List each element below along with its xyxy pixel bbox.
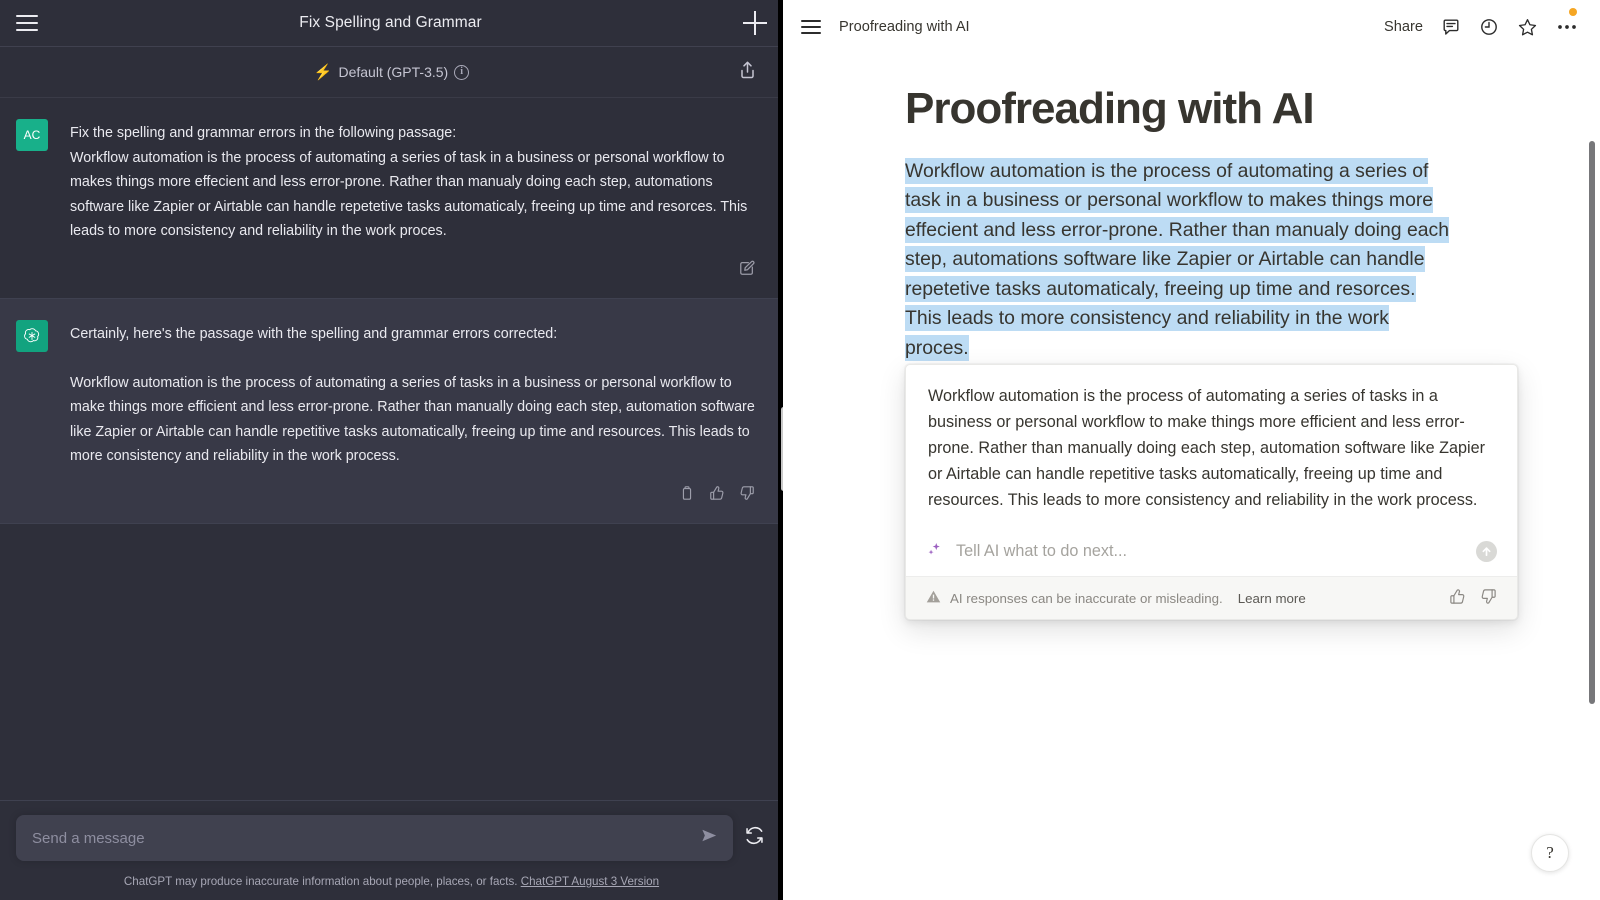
composer[interactable]	[16, 815, 733, 861]
document-topbar: Proofreading with AI Share	[783, 0, 1600, 54]
plus-icon[interactable]	[743, 11, 767, 35]
ai-disclaimer-text: AI responses can be inaccurate or mislea…	[950, 590, 1223, 606]
message-assistant: Certainly, here's the passage with the s…	[0, 298, 783, 524]
chatgpt-panel: Fix Spelling and Grammar ⚡ Default (GPT-…	[0, 0, 788, 900]
screen: Fix Spelling and Grammar ⚡ Default (GPT-…	[0, 0, 1600, 900]
submit-arrow-up-icon[interactable]	[1476, 541, 1497, 562]
message-line: Workflow automation is the process of au…	[70, 149, 748, 240]
thumbs-down-icon[interactable]	[739, 485, 755, 510]
edit-icon[interactable]	[739, 260, 755, 285]
breadcrumb[interactable]: Proofreading with AI	[839, 19, 970, 35]
ai-feedback	[1449, 588, 1497, 608]
message-line: Workflow automation is the process of au…	[70, 374, 755, 465]
ai-disclaimer: AI responses can be inaccurate or mislea…	[906, 576, 1517, 619]
highlighted-selection[interactable]: Workflow automation is the process of au…	[905, 157, 1449, 361]
hamburger-icon[interactable]	[801, 20, 821, 34]
ai-result-card: Workflow automation is the process of au…	[905, 364, 1518, 620]
document-actions: Share	[1384, 17, 1578, 38]
ai-result-text: Workflow automation is the process of au…	[928, 387, 1485, 509]
share-button[interactable]: Share	[1384, 19, 1423, 35]
message-content: Fix the spelling and grammar errors in t…	[70, 118, 759, 284]
comment-icon[interactable]	[1441, 17, 1461, 37]
thumbs-down-icon[interactable]	[1480, 588, 1497, 608]
info-icon[interactable]: i	[454, 64, 470, 80]
footnote-text: ChatGPT may produce inaccurate informati…	[123, 875, 518, 888]
document-panel: Proofreading with AI Share Proofreading …	[783, 0, 1600, 900]
document-scrollbar-thumb[interactable]	[1589, 141, 1595, 704]
share-upload-icon[interactable]	[739, 60, 756, 84]
model-selector[interactable]: ⚡ Default (GPT-3.5) i	[313, 63, 470, 81]
search-input[interactable]	[32, 829, 687, 847]
composer-area: ChatGPT may produce inaccurate informati…	[0, 800, 783, 900]
regenerate-icon[interactable]	[744, 825, 765, 851]
send-icon[interactable]	[700, 826, 719, 850]
learn-more-link[interactable]: Learn more	[1238, 591, 1306, 606]
page-title[interactable]: Proofreading with AI	[905, 84, 1600, 135]
model-bar: ⚡ Default (GPT-3.5) i	[0, 47, 783, 98]
thumbs-up-icon[interactable]	[1449, 588, 1466, 608]
chat-topbar: Fix Spelling and Grammar	[0, 0, 783, 47]
bolt-icon: ⚡	[313, 63, 333, 81]
model-label: Default (GPT-3.5)	[338, 64, 449, 80]
ai-sparkle-icon	[926, 541, 944, 562]
message-actions	[70, 485, 759, 510]
message-actions	[70, 260, 759, 285]
notification-dot	[1569, 8, 1577, 16]
help-button[interactable]: ?	[1531, 834, 1569, 872]
message-list: AC Fix the spelling and grammar errors i…	[0, 98, 783, 800]
message-line: Certainly, here's the passage with the s…	[70, 326, 558, 342]
star-icon[interactable]	[1517, 17, 1538, 38]
clock-history-icon[interactable]	[1479, 17, 1499, 37]
warning-triangle-icon	[926, 589, 941, 607]
avatar: AC	[16, 119, 48, 151]
message-content: Certainly, here's the passage with the s…	[70, 319, 759, 509]
message-line: Fix the spelling and grammar errors in t…	[70, 125, 457, 141]
document-body: Proofreading with AI Workflow automation…	[783, 54, 1600, 363]
footnote: ChatGPT may produce inaccurate informati…	[16, 861, 767, 900]
copy-icon[interactable]	[679, 485, 695, 510]
hamburger-icon[interactable]	[16, 15, 38, 31]
thumbs-up-icon[interactable]	[709, 485, 725, 510]
chat-title: Fix Spelling and Grammar	[299, 14, 482, 31]
ai-prompt-input[interactable]	[956, 542, 1464, 561]
ai-prompt-row	[906, 529, 1517, 576]
document-paragraph[interactable]: Workflow automation is the process of au…	[905, 157, 1450, 364]
avatar	[16, 320, 48, 352]
more-options-icon[interactable]	[1556, 23, 1578, 31]
message-user: AC Fix the spelling and grammar errors i…	[0, 98, 783, 298]
version-link[interactable]: ChatGPT August 3 Version	[521, 875, 659, 888]
